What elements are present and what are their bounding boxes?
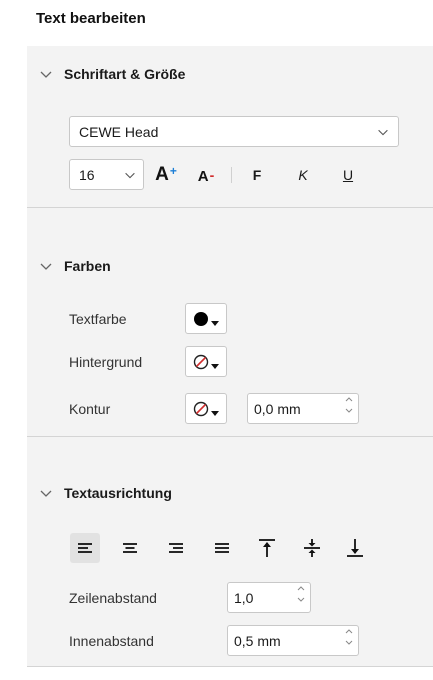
chevron-down-icon	[40, 263, 52, 270]
spin-down-icon[interactable]	[345, 408, 353, 413]
font-size-value: 16	[79, 166, 95, 183]
grow-font-button[interactable]: A +	[150, 160, 182, 190]
align-right-button[interactable]	[161, 533, 191, 563]
dropdown-triangle-icon	[211, 363, 219, 369]
spin-down-icon[interactable]	[345, 640, 353, 645]
shrink-font-mark: -	[209, 167, 215, 183]
bold-label: F	[252, 167, 262, 183]
text-color-label: Textfarbe	[69, 311, 127, 327]
dropdown-triangle-icon	[211, 410, 219, 416]
padding-input[interactable]: 0,5 mm	[227, 625, 359, 656]
valign-bottom-button[interactable]	[340, 533, 370, 563]
shrink-font-letter: A	[197, 168, 209, 185]
font-family-select[interactable]: CEWE Head	[69, 116, 399, 147]
valign-middle-button[interactable]	[297, 533, 327, 563]
dropdown-triangle-icon	[211, 320, 219, 326]
outline-width-value: 0,0 mm	[254, 400, 301, 417]
justify-icon	[215, 543, 229, 553]
underline-label: U	[342, 167, 354, 183]
grow-font-mark: +	[169, 164, 177, 178]
outline-color-button[interactable]	[185, 393, 227, 424]
chevron-down-icon	[125, 172, 135, 179]
section-header-alignment[interactable]: Textausrichtung	[38, 485, 172, 501]
italic-button[interactable]: K	[289, 160, 317, 190]
outline-color-label: Kontur	[69, 401, 111, 417]
valign-top-icon	[259, 539, 275, 557]
no-color-icon	[193, 401, 219, 416]
shrink-font-button[interactable]: A -	[190, 160, 222, 190]
align-center-button[interactable]	[115, 533, 145, 563]
spin-arrows[interactable]	[345, 397, 353, 413]
section-header-font[interactable]: Schriftart & Größe	[38, 66, 185, 82]
spin-up-icon[interactable]	[345, 397, 353, 402]
align-center-icon	[123, 543, 137, 553]
underline-button[interactable]: U	[334, 160, 362, 190]
align-left-icon	[78, 543, 92, 553]
section-label-colors: Farben	[64, 258, 111, 274]
outline-width-input[interactable]: 0,0 mm	[247, 393, 359, 424]
spin-up-icon[interactable]	[345, 629, 353, 634]
no-color-icon	[193, 354, 219, 369]
background-color-label: Hintergrund	[69, 354, 143, 370]
valign-top-button[interactable]	[252, 533, 282, 563]
line-spacing-input[interactable]: 1,0	[227, 582, 311, 613]
padding-value: 0,5 mm	[234, 632, 281, 649]
line-spacing-value: 1,0	[234, 589, 254, 606]
background-color-button[interactable]	[185, 346, 227, 377]
text-color-button[interactable]	[185, 303, 227, 334]
align-left-button[interactable]	[70, 533, 100, 563]
chevron-down-icon	[40, 490, 52, 497]
spin-up-icon[interactable]	[297, 586, 305, 591]
section-header-colors[interactable]: Farben	[38, 258, 111, 274]
panel-title: Text bearbeiten	[36, 10, 146, 27]
padding-label: Innenabstand	[69, 633, 154, 649]
section-divider	[27, 666, 433, 667]
align-right-icon	[169, 543, 183, 553]
italic-label: K	[298, 167, 308, 183]
toolbar-separator	[231, 167, 232, 183]
font-family-value: CEWE Head	[79, 123, 159, 140]
chevron-down-icon	[40, 71, 52, 78]
justify-button[interactable]	[207, 533, 237, 563]
section-label-alignment: Textausrichtung	[64, 485, 172, 501]
font-size-select[interactable]: 16	[69, 159, 144, 190]
line-spacing-label: Zeilenabstand	[69, 590, 157, 606]
spin-arrows[interactable]	[345, 629, 353, 645]
section-divider	[27, 436, 433, 437]
valign-middle-icon	[304, 539, 320, 557]
spin-arrows[interactable]	[297, 586, 305, 602]
chevron-down-icon	[378, 129, 388, 136]
valign-bottom-icon	[347, 539, 363, 557]
section-label-font: Schriftart & Größe	[64, 66, 186, 82]
section-divider	[27, 207, 433, 208]
grow-font-letter: A	[155, 164, 169, 185]
color-swatch-icon	[194, 311, 219, 326]
spin-down-icon[interactable]	[297, 597, 305, 602]
bold-button[interactable]: F	[243, 160, 271, 190]
